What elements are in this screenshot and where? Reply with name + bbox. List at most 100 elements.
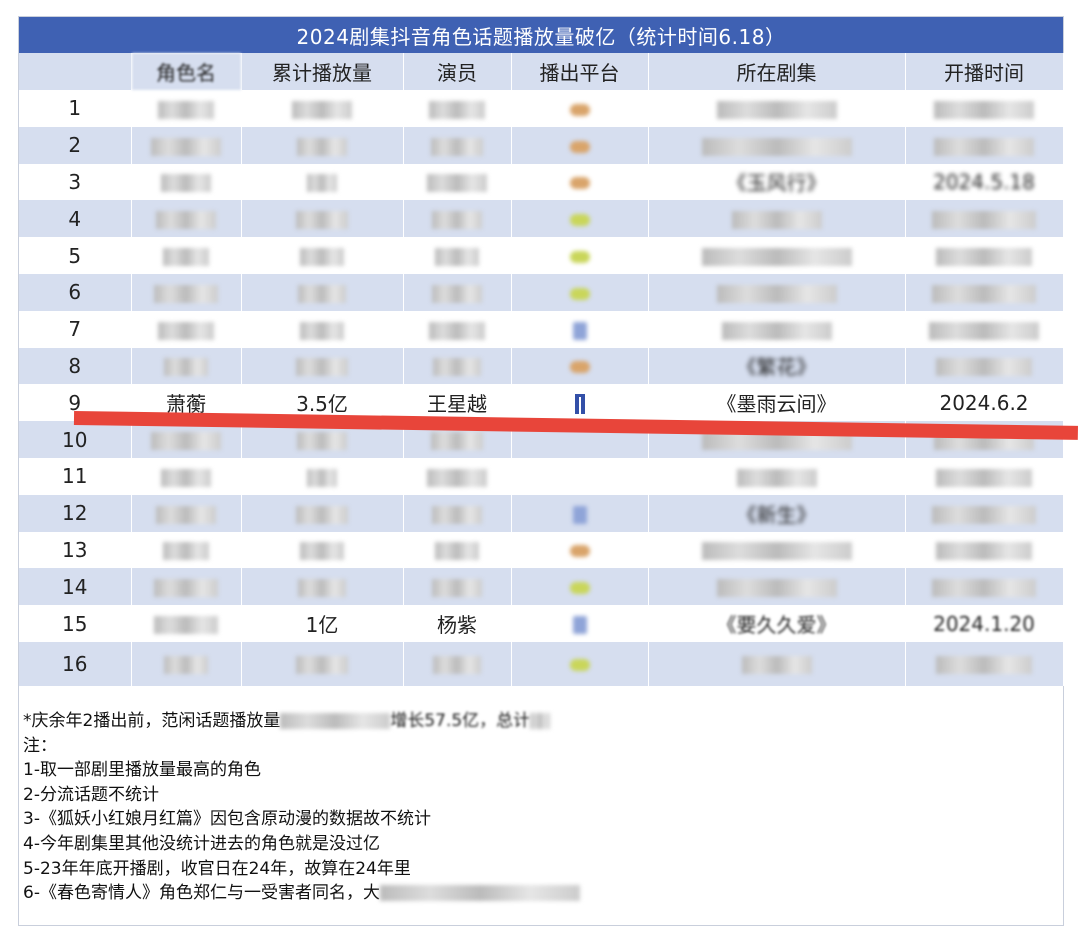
rank-cell: 16 <box>19 641 132 686</box>
date-cell-text: 2024.1.20 <box>933 611 1035 636</box>
rank-number: 1 <box>68 96 82 121</box>
platform-logo-icon <box>569 251 590 264</box>
platform-cell <box>511 200 649 238</box>
platform-logo-icon <box>574 394 585 415</box>
actor-cell-text: 王星越 <box>427 392 487 417</box>
date-cell <box>905 90 1064 127</box>
table-title: 2024剧集抖音角色话题播放量破亿（统计时间6.18） <box>19 17 1063 53</box>
drama-cell <box>648 641 906 686</box>
actor-cell <box>403 641 512 686</box>
footnote-text: *庆余年2播出前，范闲话题播放量 <box>23 711 281 731</box>
role-cell <box>131 347 242 385</box>
drama-cell-text: 《繁花》 <box>736 355 817 380</box>
date-cell-text: 2024.5.18 <box>933 169 1035 194</box>
date-cell: 2024.1.20 <box>905 605 1064 642</box>
rank-number: 15 <box>62 611 88 636</box>
actor-cell <box>403 163 512 201</box>
platform-logo-icon <box>569 659 590 672</box>
rank-number: 16 <box>62 651 88 676</box>
ranking-sheet: 2024剧集抖音角色话题播放量破亿（统计时间6.18） 角色名 累计播放量 演员… <box>18 16 1064 926</box>
rank-cell: 2 <box>19 126 132 164</box>
header-role: 角色名 <box>131 53 242 90</box>
table-row: 2 <box>19 126 1064 164</box>
drama-cell <box>648 457 906 495</box>
date-cell <box>905 347 1064 385</box>
redacted-cell <box>716 284 837 303</box>
redacted-cell <box>307 468 337 487</box>
views-cell <box>241 568 404 606</box>
role-cell <box>131 568 242 606</box>
rank-cell: 12 <box>19 494 132 532</box>
views-cell <box>241 200 404 238</box>
role-cell <box>131 126 242 164</box>
platform-cell <box>511 531 649 569</box>
rank-number: 5 <box>68 243 82 268</box>
redacted-cell <box>300 248 344 267</box>
rank-cell: 5 <box>19 237 132 274</box>
rank-cell: 4 <box>19 200 132 238</box>
redacted-cell <box>296 505 348 524</box>
role-cell <box>131 641 242 686</box>
role-cell <box>131 163 242 201</box>
notes-heading: 注： <box>23 735 57 756</box>
actor-cell <box>403 126 512 164</box>
redacted-cell <box>300 321 344 340</box>
redacted-cell <box>298 284 346 303</box>
table-row: 1 <box>19 90 1064 127</box>
table-row: 5 <box>19 237 1064 274</box>
header-date: 开播时间 <box>905 53 1064 90</box>
note-item-1: 1-取一部剧里播放量最高的角色 <box>23 760 261 781</box>
redacted-cell <box>429 321 485 340</box>
platform-cell <box>511 494 649 532</box>
actor-cell <box>403 237 512 274</box>
rank-number: 13 <box>62 537 88 562</box>
redacted-cell <box>296 656 348 675</box>
redacted-cell <box>163 542 209 561</box>
rank-number: 4 <box>68 206 82 231</box>
views-cell <box>241 457 404 495</box>
redacted-cell <box>296 358 348 377</box>
role-cell <box>131 310 242 348</box>
views-cell: 1亿 <box>241 605 404 642</box>
role-cell <box>131 200 242 238</box>
redacted-cell <box>151 137 221 156</box>
date-cell <box>905 126 1064 164</box>
note-item-4: 4-今年剧集里其他没统计进去的角色就是没过亿 <box>23 833 380 854</box>
actor-cell <box>403 273 512 311</box>
note-item-2: 2-分流话题不统计 <box>23 784 159 805</box>
rank-number: 2 <box>68 133 82 158</box>
role-cell <box>131 90 242 127</box>
rank-number: 7 <box>68 317 82 342</box>
views-cell <box>241 126 404 164</box>
rank-cell: 3 <box>19 163 132 201</box>
redacted-cell <box>721 321 832 340</box>
platform-cell <box>511 90 649 127</box>
redacted-cell <box>936 656 1032 675</box>
redacted-cell <box>433 656 481 675</box>
redacted-cell <box>161 468 211 487</box>
date-cell <box>905 237 1064 274</box>
redacted-cell <box>432 579 482 598</box>
notes-section: *庆余年2播出前，范闲话题播放量 增长57.5亿，总计 注： 1-取一部剧里播放量… <box>23 709 1053 906</box>
redacted-cell <box>936 248 1032 267</box>
views-cell <box>241 641 404 686</box>
platform-cell <box>511 163 649 201</box>
table-header-row: 角色名 累计播放量 演员 播出平台 所在剧集 开播时间 <box>19 53 1064 90</box>
rank-cell: 7 <box>19 310 132 348</box>
platform-cell <box>511 384 649 422</box>
redacted-cell <box>163 248 209 267</box>
redacted-text <box>379 885 580 902</box>
platform-cell <box>511 126 649 164</box>
rank-cell: 1 <box>19 90 132 127</box>
drama-cell <box>648 237 906 274</box>
role-cell <box>131 237 242 274</box>
actor-cell <box>403 568 512 606</box>
redacted-text <box>280 713 391 729</box>
views-cell <box>241 494 404 532</box>
rank-cell: 13 <box>19 531 132 569</box>
date-cell-text: 2024.6.2 <box>939 390 1029 415</box>
redacted-cell <box>158 321 214 340</box>
views-cell <box>241 347 404 385</box>
drama-cell-text: 《要久久爱》 <box>716 613 837 638</box>
views-cell <box>241 90 404 127</box>
